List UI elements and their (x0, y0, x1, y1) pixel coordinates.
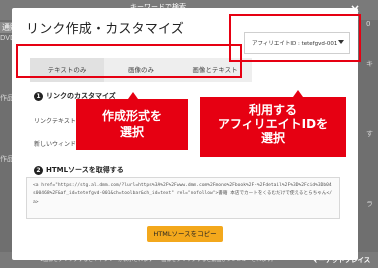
background-side-item: キ (366, 60, 373, 68)
format-callout-line: 作成形式を (101, 109, 162, 123)
link-text-option[interactable]: リンクテキスト (34, 116, 76, 125)
step-number-badge: 2 (34, 165, 43, 175)
affiliate-callout-line: 利用する (248, 103, 297, 117)
affiliate-callout: 利用する アフィリエイトIDを 選択 (200, 97, 346, 157)
affiliate-select-highlight (229, 14, 361, 62)
format-tabs-highlight (16, 44, 242, 78)
affiliate-callout-line: 選択 (260, 131, 285, 145)
modal-title: リンク作成・カスタマイズ (26, 22, 185, 37)
html-source-box[interactable]: <a href="https://stg.al.dmm.com/?lurl=ht… (26, 177, 340, 219)
background-side-item: 0 (366, 20, 371, 28)
section-html-title: HTMLソースを取得する (46, 166, 124, 174)
section-html-heading: 2 HTMLソースを取得する (34, 165, 124, 175)
format-callout-line: 選択 (119, 125, 144, 139)
callout-pointer (128, 92, 138, 99)
format-callout: 作成形式を 選択 (76, 99, 188, 150)
callout-pointer (293, 90, 303, 97)
background-side-item: す (366, 130, 373, 138)
html-source-code: <a href="https://stg.al.dmm.com/?lurl=ht… (33, 183, 333, 205)
affiliate-callout-line: アフィリエイトIDを (217, 117, 329, 131)
copy-html-button[interactable]: HTMLソースをコピー (147, 226, 223, 242)
step-number-badge: 1 (34, 91, 43, 101)
background-side-item: ラ (366, 200, 373, 208)
